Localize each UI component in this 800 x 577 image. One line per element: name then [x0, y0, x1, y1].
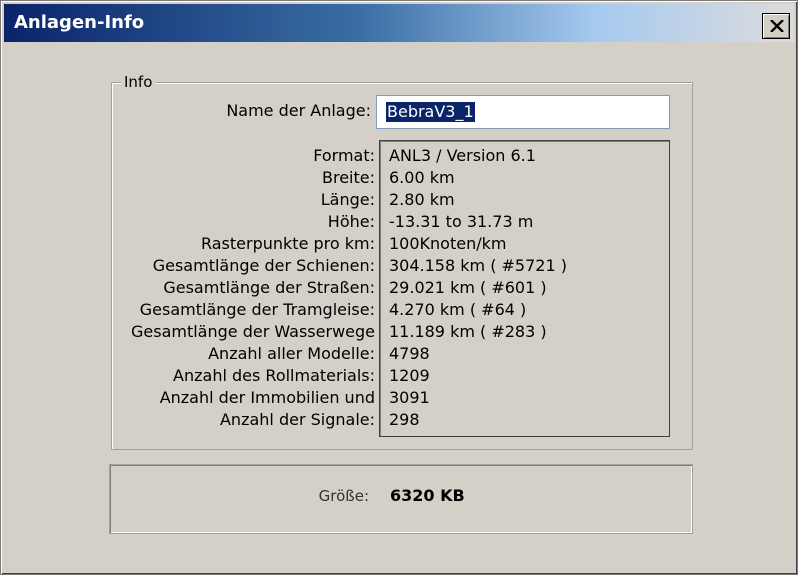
label-hoehe: Höhe:	[327, 212, 375, 231]
value-rasterpunkte: 100Knoten/km	[389, 234, 507, 253]
value-modelle: 4798	[389, 344, 430, 363]
info-labels: Format: Breite: Länge: Höhe: Rasterpunkt…	[115, 145, 375, 431]
value-rollmaterial: 1209	[389, 366, 430, 385]
label-schienen: Gesamtlänge der Schienen:	[152, 256, 375, 275]
anlagen-info-dialog: Anlagen-Info Info Name der Anlage: Bebra…	[0, 0, 798, 575]
info-values-box: ANL3 / Version 6.1 6.00 km 2.80 km -13.3…	[379, 140, 670, 437]
value-laenge: 2.80 km	[389, 190, 455, 209]
value-wasserwege: 11.189 km ( #283 )	[389, 322, 547, 341]
label-immobilien: Anzahl der Immobilien und	[159, 388, 375, 407]
value-breite: 6.00 km	[389, 168, 455, 187]
window-title: Anlagen-Info	[14, 12, 145, 33]
value-tramgleise: 4.270 km ( #64 )	[389, 300, 527, 319]
value-format: ANL3 / Version 6.1	[389, 146, 536, 165]
value-signale: 298	[389, 410, 420, 429]
label-modelle: Anzahl aller Modelle:	[208, 344, 375, 363]
value-immobilien: 3091	[389, 388, 430, 407]
value-hoehe: -13.31 to 31.73 m	[389, 212, 534, 231]
info-group-legend: Info	[121, 73, 156, 91]
value-strassen: 29.021 km ( #601 )	[389, 278, 547, 297]
info-values: ANL3 / Version 6.1 6.00 km 2.80 km -13.3…	[389, 145, 567, 431]
label-format: Format:	[313, 146, 375, 165]
label-rollmaterial: Anzahl des Rollmaterials:	[173, 366, 375, 385]
label-laenge: Länge:	[320, 190, 375, 209]
label-tramgleise: Gesamtlänge der Tramgleise:	[139, 300, 375, 319]
value-schienen: 304.158 km ( #5721 )	[389, 256, 567, 275]
size-label: Größe:	[318, 487, 369, 505]
name-label: Name der Anlage:	[226, 101, 371, 120]
label-strassen: Gesamtlänge der Straßen:	[163, 278, 375, 297]
label-breite: Breite:	[322, 168, 375, 187]
title-bar[interactable]: Anlagen-Info	[4, 4, 794, 42]
label-wasserwege: Gesamtlänge der Wasserwege	[130, 322, 375, 341]
close-button[interactable]	[762, 13, 790, 39]
size-value: 6320 KB	[390, 486, 465, 505]
name-input-value: BebraV3_1	[386, 102, 475, 122]
label-signale: Anzahl der Signale:	[219, 410, 375, 429]
label-rasterpunkte: Rasterpunkte pro km:	[200, 234, 375, 253]
close-icon	[770, 20, 784, 32]
name-input[interactable]: BebraV3_1	[376, 95, 670, 129]
